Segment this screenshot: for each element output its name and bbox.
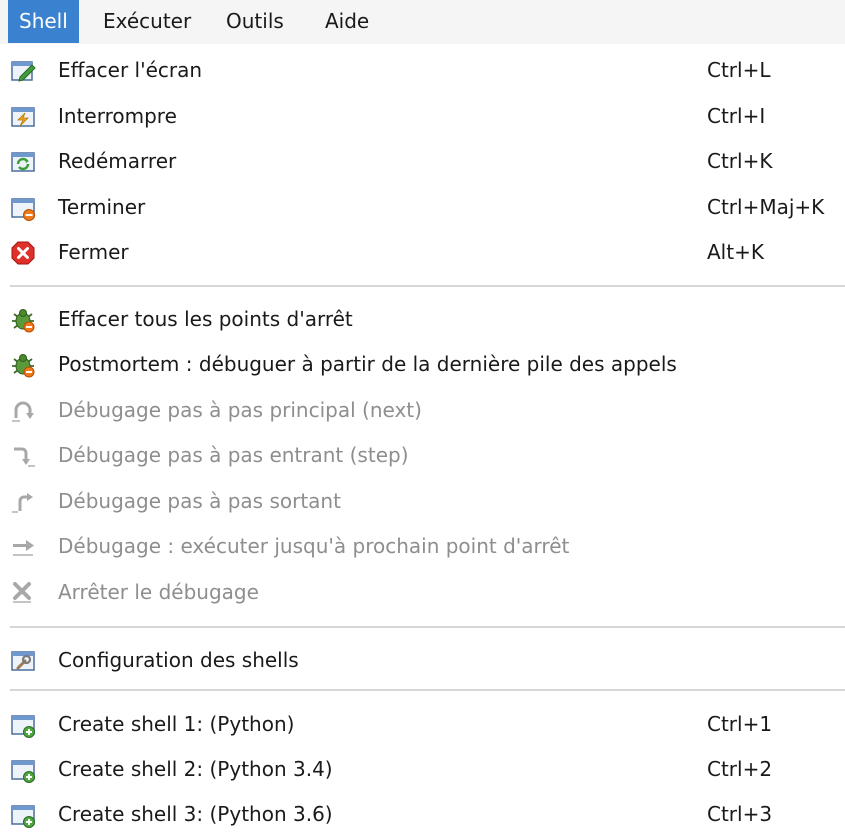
menu-item-postmortem[interactable]: Postmortem : débuguer à partir de la der… (0, 344, 845, 384)
menu-item-label: Create shell 2: (Python 3.4) (58, 757, 333, 781)
menu-item-create-shell-2[interactable]: Create shell 2: (Python 3.4) Ctrl+2 (0, 749, 845, 789)
menu-bar: Shell Exécuter Outils Aide (0, 0, 845, 45)
menu-item-clear-breakpoints[interactable]: Effacer tous les points d'arrêt (0, 299, 845, 339)
menu-item-label: Effacer tous les points d'arrêt (58, 307, 353, 331)
menu-item-terminate[interactable]: Terminer Ctrl+Maj+K (0, 187, 845, 227)
clear-screen-icon (11, 61, 36, 82)
menu-shell[interactable]: Shell (8, 0, 79, 43)
menu-item-create-shell-1[interactable]: Create shell 1: (Python) Ctrl+1 (0, 704, 845, 744)
menu-item-label: Terminer (58, 195, 146, 219)
continue-icon (13, 540, 34, 556)
menu-item-label: Débugage pas à pas principal (next) (58, 398, 422, 422)
menu-item-step-over: Débugage pas à pas principal (next) (0, 390, 845, 430)
step-over-icon (12, 401, 34, 422)
menu-outils[interactable]: Outils (226, 0, 284, 43)
step-into-icon (14, 447, 35, 467)
menu-item-restart[interactable]: Redémarrer Ctrl+K (0, 141, 845, 181)
shell-config-icon (11, 651, 35, 671)
menu-item-interrupt[interactable]: Interrompre Ctrl+I (0, 96, 845, 136)
menu-item-shortcut: Ctrl+K (707, 149, 773, 173)
menu-item-shortcut: Alt+K (707, 240, 764, 264)
menu-item-create-shell-3[interactable]: Create shell 3: (Python 3.6) Ctrl+3 (0, 794, 845, 834)
restart-icon (11, 152, 35, 172)
menu-item-label: Débugage pas à pas entrant (step) (58, 443, 409, 467)
menu-item-close[interactable]: Fermer Alt+K (0, 232, 845, 272)
menu-item-shortcut: Ctrl+2 (707, 757, 773, 781)
menu-item-label: Configuration des shells (58, 648, 299, 672)
menu-item-shortcut: Ctrl+L (707, 58, 771, 82)
menu-executer[interactable]: Exécuter (103, 0, 191, 43)
terminate-icon (11, 198, 35, 221)
menu-item-shortcut: Ctrl+Maj+K (707, 195, 825, 219)
close-icon (11, 241, 35, 265)
menu-separator (10, 285, 845, 287)
menu-item-label: Create shell 1: (Python) (58, 712, 295, 736)
menu-item-step-into: Débugage pas à pas entrant (step) (0, 435, 845, 475)
create-shell-icon (11, 805, 35, 828)
menu-item-step-out: Débugage pas à pas sortant (0, 481, 845, 521)
menu-separator (10, 689, 845, 691)
create-shell-icon (11, 715, 35, 738)
menu-item-shortcut: Ctrl+3 (707, 802, 773, 826)
menu-item-label: Postmortem : débuguer à partir de la der… (58, 352, 677, 376)
step-out-icon (12, 493, 33, 513)
stop-debug-icon (13, 582, 31, 603)
menu-item-shell-config[interactable]: Configuration des shells (0, 640, 845, 680)
menu-item-label: Débugage pas à pas sortant (58, 489, 341, 513)
menu-item-stop-debug: Arrêter le débugage (0, 572, 845, 612)
menu-item-label: Effacer l'écran (58, 58, 203, 82)
menu-item-label: Arrêter le débugage (58, 580, 259, 604)
menu-item-label: Débugage : exécuter jusqu'à prochain poi… (58, 534, 570, 558)
menu-item-label: Create shell 3: (Python 3.6) (58, 802, 333, 826)
interrupt-icon (11, 107, 35, 127)
bug-postmortem-icon (12, 354, 35, 378)
menu-item-label: Interrompre (58, 104, 177, 128)
bug-clear-icon (12, 309, 35, 333)
menu-item-shortcut: Ctrl+I (707, 104, 766, 128)
menu-separator (10, 626, 845, 628)
menu-item-clear-screen[interactable]: Effacer l'écran Ctrl+L (0, 50, 845, 90)
menu-item-label: Redémarrer (58, 149, 177, 173)
menu-item-continue: Débugage : exécuter jusqu'à prochain poi… (0, 526, 845, 566)
menu-item-label: Fermer (58, 240, 129, 264)
menu-item-shortcut: Ctrl+1 (707, 712, 773, 736)
menu-aide[interactable]: Aide (325, 0, 369, 43)
shell-dropdown-menu: Effacer l'écran Ctrl+L Interrompre Ctrl+… (0, 44, 845, 830)
create-shell-icon (11, 760, 35, 783)
